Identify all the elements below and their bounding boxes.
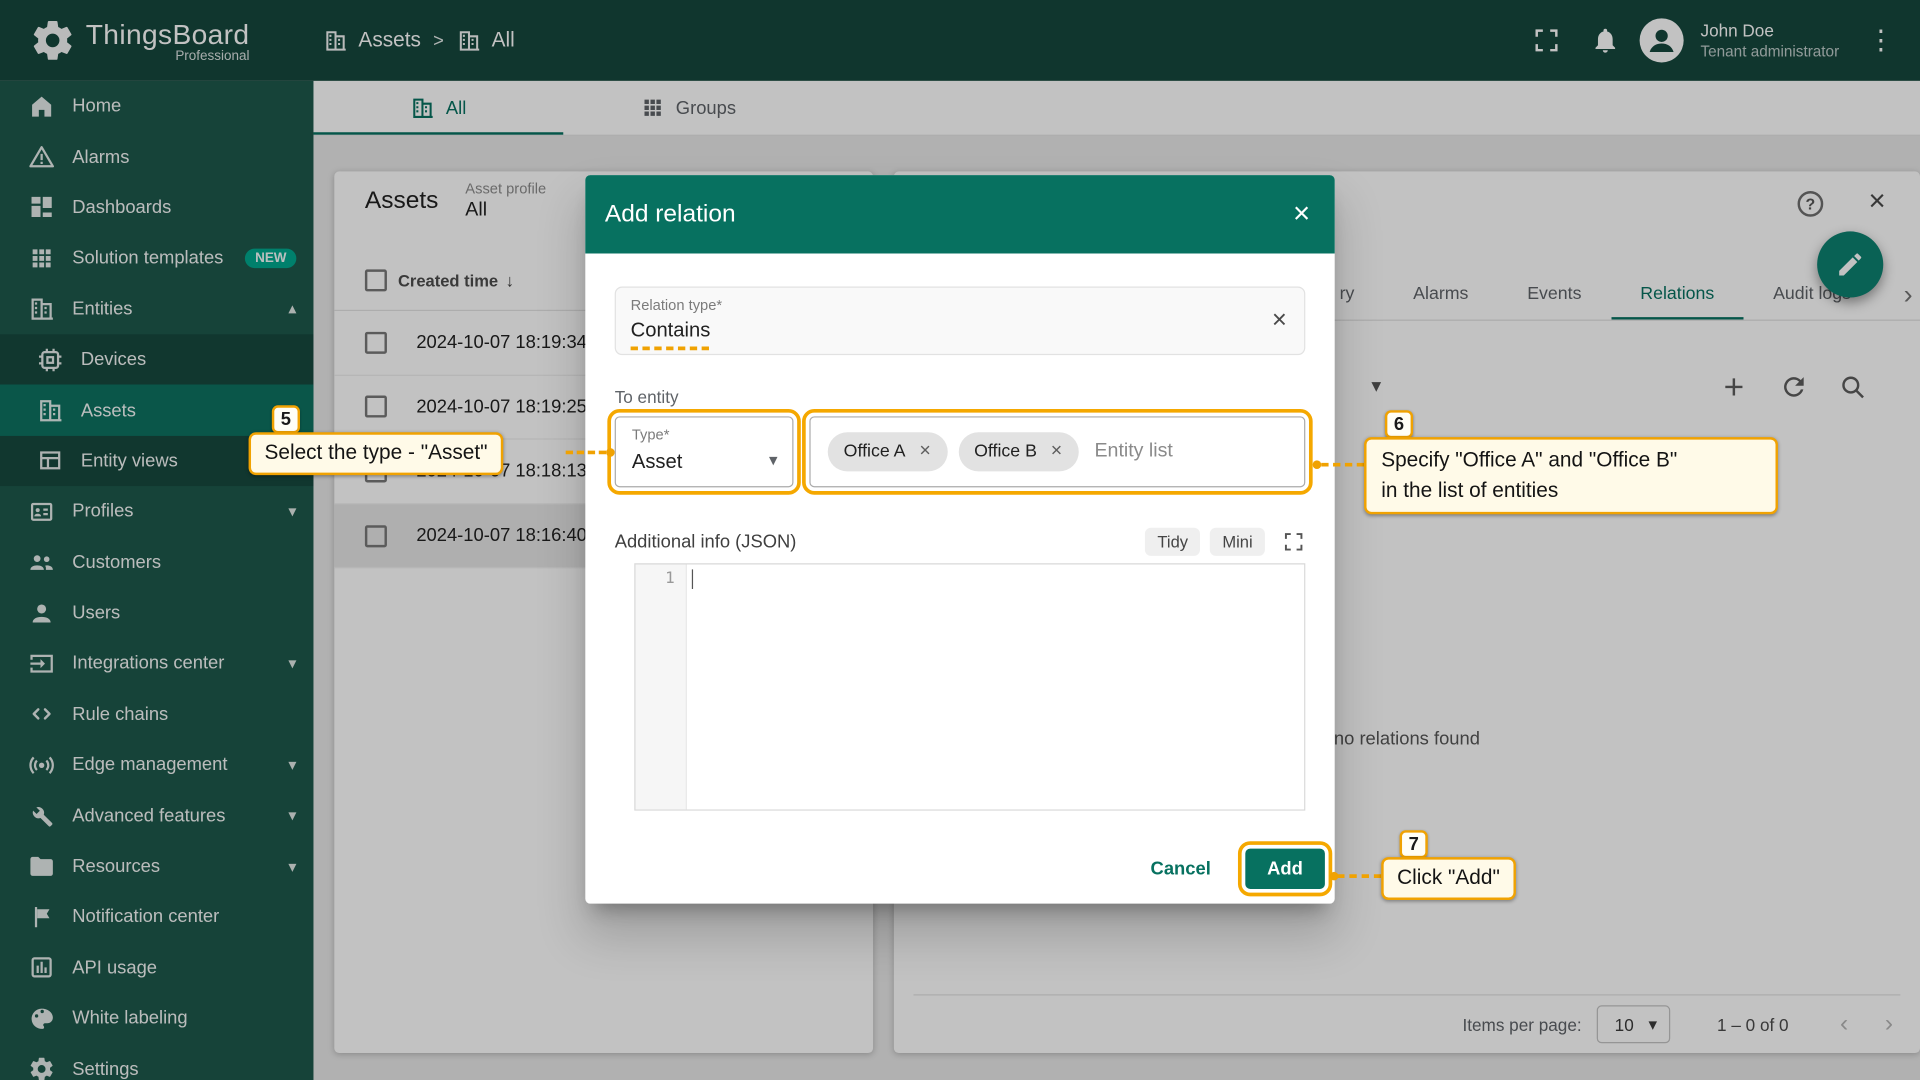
step-7-connector-dot [1330, 872, 1339, 881]
add-relation-dialog: Add relation × Relation type* Contains ×… [585, 175, 1334, 904]
close-dialog-button[interactable]: × [1293, 197, 1310, 231]
editor-line-number: 1 [636, 564, 687, 809]
step-5-callout: Select the type - "Asset" [249, 432, 504, 474]
chevron-down-icon: ▾ [769, 449, 778, 470]
type-value: Asset [632, 451, 683, 474]
entity-chip: Office A × [828, 432, 947, 471]
entity-list-placeholder: Entity list [1094, 441, 1172, 463]
relation-type-field[interactable]: Relation type* Contains × [615, 287, 1306, 356]
text-caret [692, 569, 693, 589]
step-6-connector-dot [1313, 460, 1322, 469]
editor-content[interactable] [687, 564, 1304, 809]
step-7-connector [1337, 874, 1381, 878]
mini-button[interactable]: Mini [1210, 528, 1265, 556]
entity-list-field[interactable]: Office A × Office B × Entity list [809, 416, 1305, 487]
dialog-actions: Cancel Add [585, 842, 1334, 903]
entity-type-select[interactable]: Type* Asset ▾ [615, 416, 794, 487]
tidy-button[interactable]: Tidy [1145, 528, 1200, 556]
dialog-header: Add relation × [585, 175, 1334, 253]
remove-chip-icon[interactable]: × [1046, 441, 1068, 463]
step-6-badge: 6 [1385, 410, 1413, 438]
step-5-connector-dot [606, 448, 615, 457]
add-button[interactable]: Add [1245, 848, 1325, 888]
relation-type-highlight [631, 347, 709, 351]
json-editor[interactable]: 1 [634, 563, 1305, 810]
editor-fullscreen-icon[interactable] [1282, 530, 1305, 553]
additional-info-label: Additional info (JSON) [615, 531, 797, 552]
relation-type-value: Contains [631, 320, 711, 343]
type-label: Type* [632, 426, 670, 443]
dialog-body: Relation type* Contains × To entity Type… [585, 287, 1334, 811]
step-5-badge: 5 [272, 405, 300, 433]
app-window: ThingsBoard Professional Assets > All Jo… [0, 0, 1920, 1080]
remove-chip-icon[interactable]: × [914, 441, 936, 463]
step-5-connector [566, 451, 606, 455]
to-entity-label: To entity [615, 387, 1306, 407]
step-7-callout: Click "Add" [1381, 857, 1516, 899]
dialog-title: Add relation [605, 200, 736, 228]
step-6-connector [1321, 463, 1364, 467]
clear-relation-type-icon[interactable]: × [1272, 306, 1287, 335]
step-6-callout: Specify "Office A" and "Office B" in the… [1364, 437, 1778, 514]
step-7-badge: 7 [1400, 830, 1428, 858]
relation-type-label: Relation type* [631, 296, 722, 313]
entity-chip: Office B × [958, 432, 1078, 471]
cancel-button[interactable]: Cancel [1131, 848, 1230, 888]
